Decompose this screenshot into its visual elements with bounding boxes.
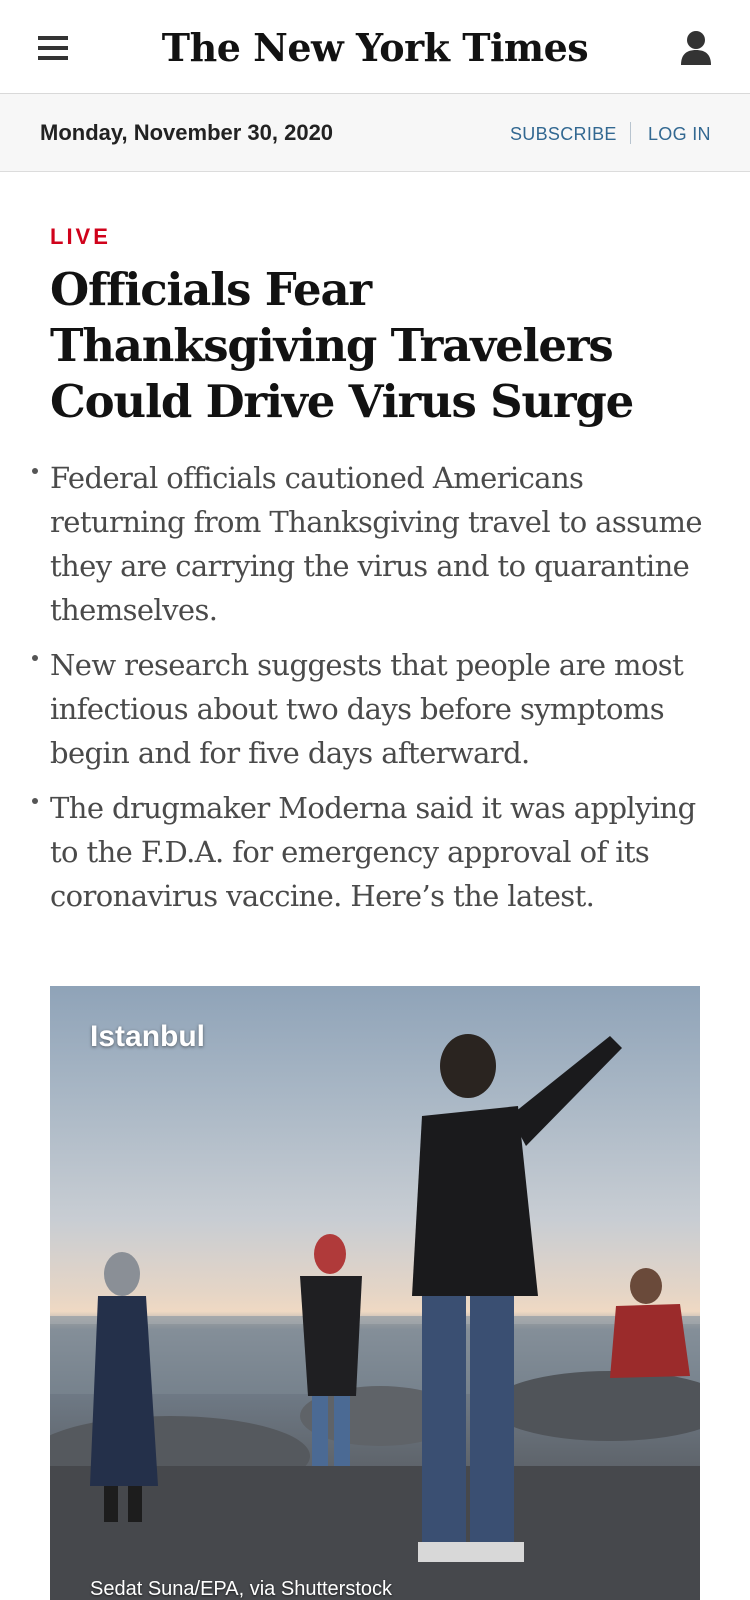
summary-bullet[interactable]: Federal officials cautioned Americans re… <box>30 456 720 632</box>
summary-bullet[interactable]: New research suggests that people are mo… <box>30 643 720 775</box>
bullet-icon <box>32 798 38 804</box>
subscribe-link[interactable]: SUBSCRIBE <box>510 124 617 145</box>
article-photo[interactable]: Istanbul Sedat Suna/EPA, via Shutterstoc… <box>50 986 700 1600</box>
summary-bullets: Federal officials cautioned Americans re… <box>30 456 720 929</box>
summary-bullet-text: The drugmaker Moderna said it was applyi… <box>50 791 696 913</box>
live-kicker: LIVE <box>50 224 111 249</box>
nyt-logo[interactable]: The New York Times <box>150 18 600 78</box>
bullet-icon <box>32 468 38 474</box>
link-divider <box>630 122 631 144</box>
bullet-icon <box>32 655 38 661</box>
page: The New York Times Monday, November 30, … <box>0 0 750 1600</box>
photo-credit: Sedat Suna/EPA, via Shutterstock <box>90 1578 393 1600</box>
summary-bullet[interactable]: The drugmaker Moderna said it was applyi… <box>30 786 720 918</box>
photo-illustration <box>50 1034 700 1600</box>
user-account-icon[interactable] <box>680 30 712 66</box>
photo-location-label: Istanbul <box>90 1020 206 1053</box>
summary-bullet-text: New research suggests that people are mo… <box>50 648 684 770</box>
hamburger-menu-icon[interactable] <box>38 36 68 60</box>
date-bar: Monday, November 30, 2020 SUBSCRIBE LOG … <box>0 94 750 172</box>
login-link[interactable]: LOG IN <box>648 124 711 145</box>
masthead: The New York Times <box>0 0 750 94</box>
article-headline[interactable]: Officials Fear Thanksgiving Travelers Co… <box>50 262 710 430</box>
summary-bullet-text: Federal officials cautioned Americans re… <box>50 461 703 627</box>
current-date: Monday, November 30, 2020 <box>40 120 334 145</box>
